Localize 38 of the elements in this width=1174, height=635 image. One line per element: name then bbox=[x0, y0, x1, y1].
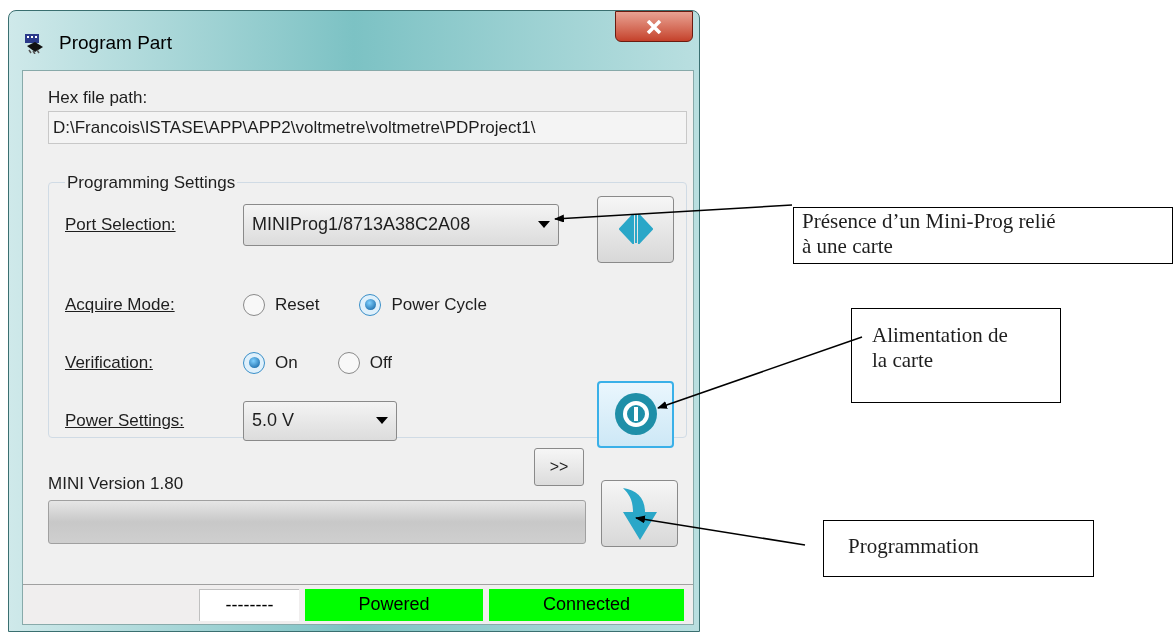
callout-text: Programmation bbox=[848, 534, 980, 559]
port-dropdown[interactable]: MINIProg1/8713A38C2A08 bbox=[243, 203, 559, 246]
status-cell: Connected bbox=[489, 588, 684, 621]
status-cell: -------- bbox=[199, 588, 299, 621]
field-label: Verification: bbox=[65, 351, 154, 374]
radio-label: On bbox=[275, 351, 298, 374]
field-label: Port Selection: bbox=[65, 213, 177, 236]
radio-label: Reset bbox=[275, 293, 320, 316]
group-title: Programming Settings bbox=[66, 172, 237, 194]
version-label: MINI Version 1.80 bbox=[48, 472, 184, 495]
caret-icon bbox=[538, 221, 550, 228]
radio-button[interactable] bbox=[243, 293, 265, 316]
close-icon bbox=[646, 19, 662, 34]
window-title: Program Part bbox=[59, 31, 172, 55]
radio-button[interactable] bbox=[243, 351, 265, 374]
dropdown-value: MINIProg1/8713A38C2A08 bbox=[252, 213, 471, 236]
close-button[interactable] bbox=[615, 11, 693, 42]
field-label: Acquire Mode: bbox=[65, 293, 176, 316]
chip-icon bbox=[23, 32, 45, 55]
field-label: Power Settings: bbox=[65, 409, 186, 432]
power-dropdown[interactable]: 5.0 V bbox=[243, 400, 397, 441]
callout-text: Présence d’un Mini-Prog relié à une carte bbox=[802, 209, 1057, 259]
power-button[interactable] bbox=[597, 380, 674, 448]
caret-icon bbox=[376, 417, 388, 424]
refresh-button[interactable] bbox=[597, 195, 674, 263]
path-field[interactable]: D:\Francois\ISTASE\APP\APP2\voltmetre\voltmetre\PDProject1\ bbox=[48, 111, 687, 144]
callout-text: Alimentation de la carte bbox=[872, 323, 1009, 373]
expand-button[interactable]: >> bbox=[534, 448, 584, 486]
field-label: Hex file path: bbox=[48, 87, 149, 109]
download-button[interactable] bbox=[601, 480, 678, 547]
radio-button[interactable] bbox=[359, 293, 382, 316]
status-cell: Powered bbox=[305, 588, 483, 621]
radio-button[interactable] bbox=[337, 351, 360, 374]
power-icon bbox=[613, 392, 658, 436]
radio-label: Off bbox=[369, 351, 393, 374]
dropdown-value: 5.0 V bbox=[252, 409, 295, 432]
radio-label: Power Cycle bbox=[391, 293, 487, 316]
split-arrows-icon bbox=[618, 214, 653, 244]
